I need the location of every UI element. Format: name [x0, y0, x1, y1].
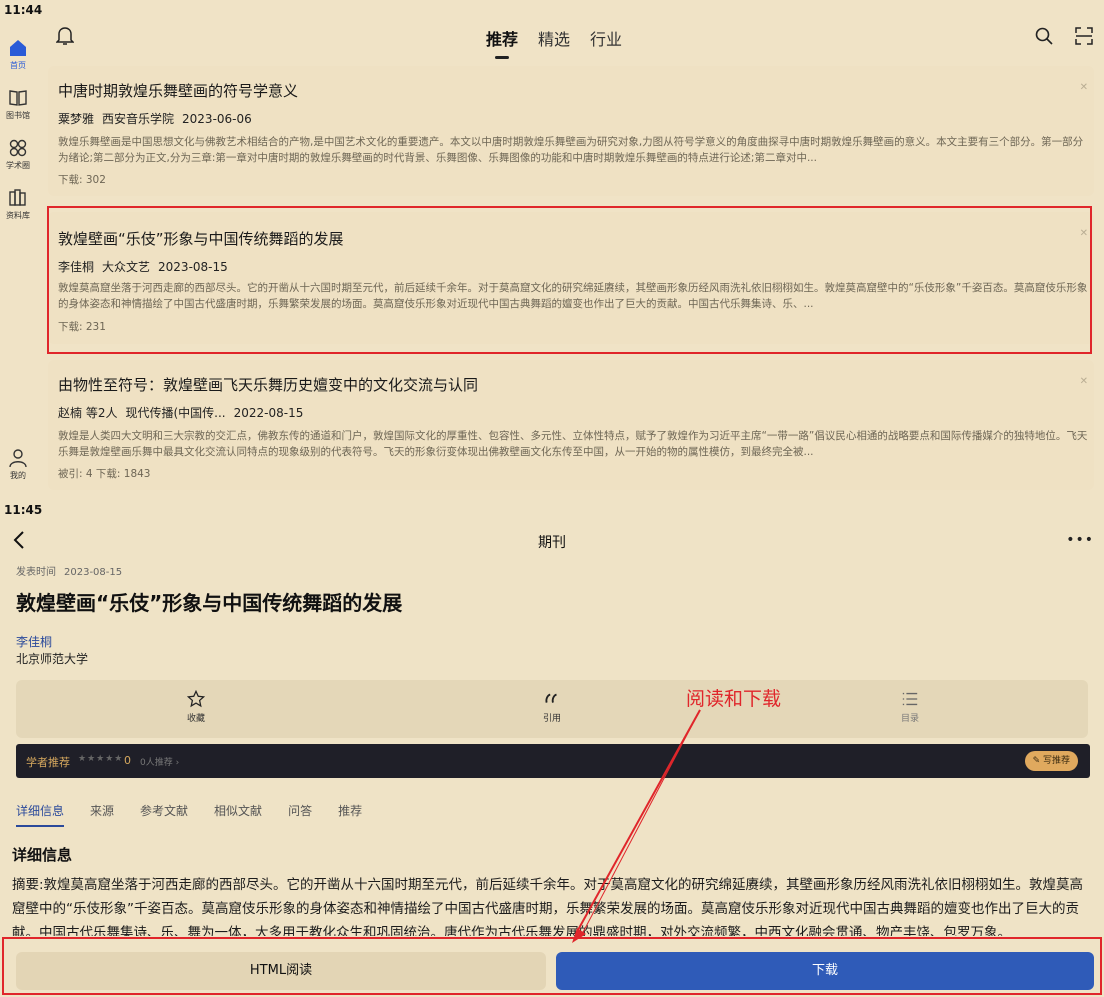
toc-button[interactable]: 目录 — [880, 690, 940, 724]
write-recommend-button[interactable]: ✎ 写推荐 — [1024, 751, 1078, 771]
status-time: 11:45 — [4, 503, 43, 517]
tab-recommend[interactable]: 推荐 — [486, 26, 518, 59]
card-abstract: 敦煌乐舞壁画是中国思想文化与佛教艺术相结合的产物,是中国艺术文化的重要遗产。本文… — [58, 136, 1084, 164]
card-source: 西安音乐学院 — [102, 112, 175, 126]
close-icon[interactable]: ✕ — [1080, 376, 1088, 387]
detail-tabs: 详细信息 来源 参考文献 相似文献 问答 推荐 — [16, 802, 362, 827]
top-header: 推荐 精选 行业 — [36, 18, 1104, 59]
book-icon — [9, 90, 27, 106]
rating-score: 0 — [124, 754, 131, 767]
home-icon — [10, 40, 26, 56]
bottom-screen: 11:45 期刊 ••• 发表时间 2023-08-15 敦煌壁画“乐伎”形象与中… — [0, 500, 1104, 997]
action-bar: 收藏 引用 目录 — [16, 680, 1088, 738]
card-date: 2023-06-06 — [182, 112, 252, 126]
scan-icon[interactable] — [1074, 26, 1094, 46]
tab-source[interactable]: 来源 — [90, 802, 114, 819]
sidebar-item-database[interactable]: 资料库 — [0, 188, 36, 221]
tab-featured[interactable]: 精选 — [538, 26, 570, 50]
scholar-recommend-bar[interactable]: 学者推荐 ★★★★★ 0 0人推荐 › ✎ 写推荐 — [16, 744, 1090, 778]
star-icon — [187, 690, 205, 708]
tab-details[interactable]: 详细信息 — [16, 802, 65, 827]
recommend-label: 学者推荐 — [26, 756, 70, 769]
card-abstract: 敦煌是人类四大文明和三大宗教的交汇点，佛教东传的通道和门户，敦煌国际文化的厚重性… — [58, 430, 1088, 458]
action-label: 目录 — [900, 714, 919, 724]
card-author: 赵楠 等2人 — [58, 406, 118, 420]
sidebar-item-academic[interactable]: 学术圈 — [0, 138, 36, 171]
tab-recommend[interactable]: 推荐 — [338, 802, 362, 819]
article-card[interactable]: ✕ 中唐时期敦煌乐舞壁画的符号学意义 粟梦雅 西安音乐学院 2023-06-06 敦… — [48, 66, 1094, 196]
section-title: 详细信息 — [12, 846, 73, 864]
sidebar: 首页 图书馆 学术圈 资料库 我的 — [0, 28, 36, 500]
bell-icon[interactable] — [56, 26, 74, 46]
highlight-box — [47, 206, 1092, 354]
tab-similar[interactable]: 相似文献 — [214, 802, 262, 819]
sidebar-item-me[interactable]: 我的 — [0, 448, 36, 481]
card-meta: 赵楠 等2人 现代传播(中国传... 2022-08-15 — [58, 404, 311, 421]
annotation-label: 阅读和下载 — [686, 688, 782, 710]
sidebar-item-label: 图书馆 — [6, 111, 30, 120]
sidebar-item-label: 首页 — [10, 61, 26, 70]
abstract-text: 摘要:敦煌莫高窟坐落于河西走廊的西部尽头。它的开凿从十六国时期至元代，前后延续千… — [12, 877, 1084, 941]
card-title[interactable]: 中唐时期敦煌乐舞壁画的符号学意义 — [58, 80, 298, 101]
library-icon — [9, 189, 26, 206]
sidebar-item-label: 我的 — [10, 471, 26, 480]
article-title: 敦煌壁画“乐伎”形象与中国传统舞蹈的发展 — [16, 591, 403, 615]
sidebar-item-label: 资料库 — [6, 211, 30, 220]
close-icon[interactable]: ✕ — [1080, 82, 1088, 93]
card-date: 2022-08-15 — [233, 406, 304, 420]
tab-references[interactable]: 参考文献 — [140, 802, 188, 819]
card-meta: 粟梦雅 西安音乐学院 2023-06-06 — [58, 110, 260, 127]
sidebar-item-library[interactable]: 图书馆 — [0, 88, 36, 121]
top-screen: 11:44 首页 图书馆 学术圈 资料库 我的 推荐 精选 行业 ✕ 中唐时期敦… — [0, 0, 1104, 500]
tab-industry[interactable]: 行业 — [590, 26, 622, 50]
write-recommend-label: 写推荐 — [1042, 756, 1070, 766]
page-title: 期刊 — [538, 535, 566, 551]
user-icon — [9, 449, 27, 468]
card-stats: 下载: 302 — [58, 174, 106, 186]
tab-qa[interactable]: 问答 — [288, 802, 312, 819]
circle-icon — [9, 139, 27, 157]
feed-tabs: 推荐 精选 行业 — [486, 26, 622, 59]
card-stats: 被引: 4 下载: 1843 — [58, 468, 151, 480]
card-title[interactable]: 由物性至符号：敦煌壁画飞天乐舞历史嬗变中的文化交流与认同 — [58, 374, 478, 395]
rating-stars: ★★★★★ — [78, 754, 124, 764]
sidebar-item-home[interactable]: 首页 — [0, 38, 36, 71]
highlight-box — [2, 937, 1102, 995]
recommend-count[interactable]: 0人推荐 › — [140, 755, 179, 768]
pen-icon: ✎ — [1032, 756, 1043, 766]
search-icon[interactable] — [1034, 26, 1054, 46]
more-icon[interactable]: ••• — [1066, 532, 1094, 548]
publish-date: 发表时间 2023-08-15 — [16, 563, 130, 578]
author-link[interactable]: 李佳桐 — [16, 633, 52, 650]
cite-button[interactable]: 引用 — [522, 690, 582, 724]
publish-date-label: 发表时间 — [16, 567, 56, 578]
list-icon — [902, 692, 918, 706]
status-time: 11:44 — [4, 3, 43, 17]
card-source: 现代传播(中国传... — [125, 406, 226, 420]
action-label: 收藏 — [186, 714, 205, 724]
publish-date-value: 2023-08-15 — [64, 567, 123, 578]
card-author: 粟梦雅 — [58, 112, 95, 126]
quote-icon — [545, 693, 557, 703]
action-label: 引用 — [542, 714, 561, 724]
sidebar-item-label: 学术圈 — [6, 161, 30, 170]
author-org: 北京师范大学 — [16, 652, 89, 666]
favorite-button[interactable]: 收藏 — [166, 690, 226, 724]
article-card[interactable]: ✕ 由物性至符号：敦煌壁画飞天乐舞历史嬗变中的文化交流与认同 赵楠 等2人 现代传… — [48, 360, 1094, 490]
